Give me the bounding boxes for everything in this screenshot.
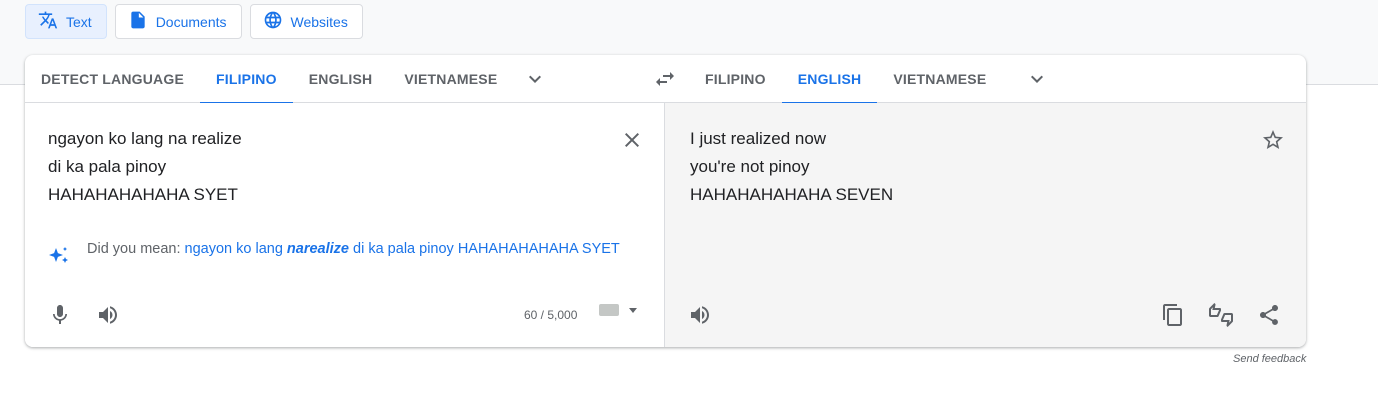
listen-source-button[interactable] (88, 295, 128, 335)
speaker-icon (96, 303, 120, 327)
globe-icon (263, 10, 283, 33)
tab-source-vietnamese[interactable]: VIETNAMESE (388, 55, 513, 103)
source-more-languages-button[interactable] (515, 59, 555, 99)
send-feedback-link[interactable]: Send feedback (1233, 353, 1306, 365)
clear-source-button[interactable] (612, 120, 652, 160)
suggestion-after: di ka pala pinoy HAHAHAHAHAHA SYET (349, 241, 620, 257)
keyboard-input-button[interactable] (599, 304, 637, 316)
copy-translation-button[interactable] (1153, 295, 1193, 335)
mode-selector: Text Documents Websites (25, 4, 363, 39)
target-language-tabs: FILIPINO ENGLISH VIETNAMESE (689, 55, 1002, 104)
tab-source-english[interactable]: ENGLISH (293, 55, 389, 103)
did-you-mean-text: Did you mean: ngayon ko lang narealize d… (87, 239, 620, 274)
websites-mode-label: Websites (290, 13, 348, 30)
chevron-down-icon (1025, 67, 1049, 91)
text-mode-button[interactable]: Text (25, 4, 107, 39)
source-text-input[interactable]: ngayon ko lang na realize di ka pala pin… (48, 125, 242, 209)
document-icon (128, 10, 148, 33)
documents-mode-button[interactable]: Documents (114, 4, 242, 39)
star-icon (1261, 128, 1285, 152)
copy-icon (1161, 303, 1185, 327)
save-translation-button[interactable] (1253, 120, 1293, 160)
sparkle-icon (47, 239, 71, 274)
listen-translation-button[interactable] (680, 295, 720, 335)
microphone-button[interactable] (40, 295, 80, 335)
keyboard-icon (599, 304, 619, 316)
thumbs-up-down-icon (1209, 303, 1233, 327)
tab-target-english[interactable]: ENGLISH (781, 55, 878, 104)
share-translation-button[interactable] (1249, 295, 1289, 335)
microphone-icon (48, 303, 72, 327)
text-mode-label: Text (66, 13, 92, 30)
rate-translation-button[interactable] (1201, 295, 1241, 335)
translator-card: DETECT LANGUAGE FILIPINO ENGLISH VIETNAM… (25, 55, 1306, 347)
tab-target-vietnamese[interactable]: VIETNAMESE (877, 55, 1002, 103)
did-you-mean: Did you mean: ngayon ko lang narealize d… (47, 239, 637, 274)
close-icon (620, 128, 644, 152)
target-more-languages-button[interactable] (1017, 59, 1057, 99)
swap-languages-button[interactable] (645, 59, 685, 99)
suggestion-before: ngayon ko lang (184, 241, 287, 257)
chevron-down-icon (523, 67, 547, 91)
websites-mode-button[interactable]: Websites (249, 4, 363, 39)
language-bar: DETECT LANGUAGE FILIPINO ENGLISH VIETNAM… (25, 55, 1306, 104)
documents-mode-label: Documents (155, 13, 227, 30)
swap-icon (653, 67, 677, 91)
translation-output: I just realized now you're not pinoy HAH… (690, 129, 894, 204)
translate-icon (38, 10, 58, 33)
speaker-icon (688, 303, 712, 327)
target-pane: I just realized now you're not pinoy HAH… (664, 103, 1306, 347)
source-language-tabs: DETECT LANGUAGE FILIPINO ENGLISH VIETNAM… (25, 55, 513, 104)
caret-down-icon (629, 307, 637, 313)
suggestion-link[interactable]: ngayon ko lang narealize di ka pala pino… (185, 241, 620, 257)
did-you-mean-label: Did you mean: (87, 241, 185, 257)
tab-source-filipino[interactable]: FILIPINO (200, 55, 293, 104)
tab-detect-language[interactable]: DETECT LANGUAGE (25, 55, 200, 103)
character-count: 60 / 5,000 (524, 308, 578, 322)
suggestion-bold: narealize (286, 241, 349, 257)
share-icon (1257, 303, 1281, 327)
tab-target-filipino[interactable]: FILIPINO (689, 55, 782, 103)
source-pane: ngayon ko lang na realize di ka pala pin… (25, 103, 664, 347)
